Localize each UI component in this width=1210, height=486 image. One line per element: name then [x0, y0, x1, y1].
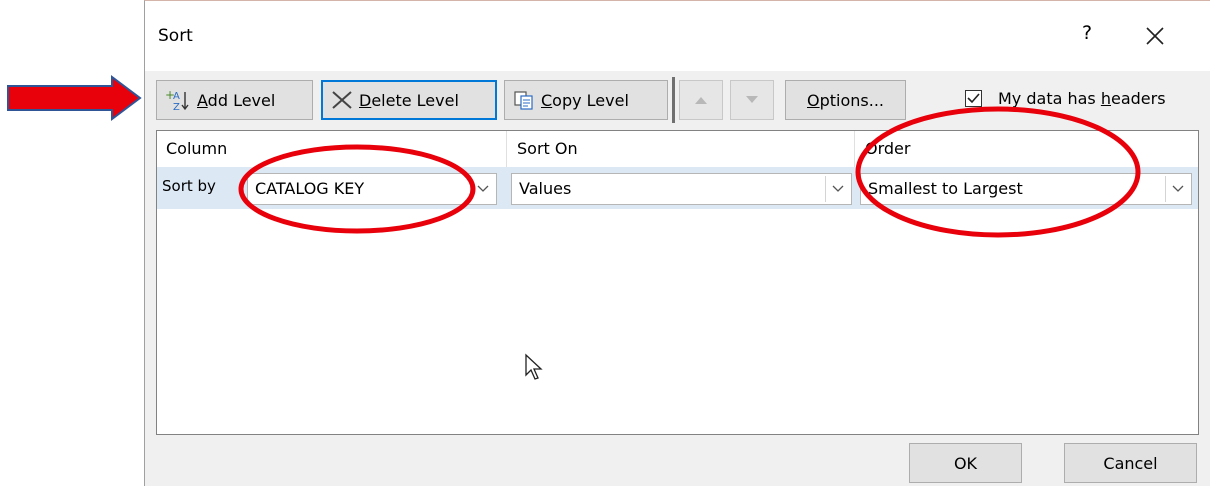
copy-level-label: Copy Level — [541, 90, 629, 110]
column-header-sort-on: Sort On — [508, 131, 855, 167]
options-button[interactable]: Options... — [785, 80, 906, 120]
cancel-button[interactable]: Cancel — [1064, 443, 1197, 483]
move-up-button[interactable] — [679, 80, 723, 120]
chevron-down-icon[interactable] — [825, 176, 849, 202]
order-select-value: Smallest to Largest — [868, 179, 1023, 198]
add-level-icon: + A Z — [165, 88, 191, 112]
ok-button[interactable]: OK — [909, 443, 1022, 483]
delete-level-button[interactable]: Delete Level — [321, 80, 497, 120]
checkmark-icon — [967, 93, 980, 104]
column-select-value: CATALOG KEY — [255, 179, 365, 198]
headers-checkbox-label: My data has headers — [998, 89, 1166, 108]
chevron-down-icon[interactable] — [470, 176, 494, 202]
close-icon — [1146, 27, 1164, 45]
mouse-cursor-icon — [525, 353, 543, 380]
arrow-up-icon — [695, 97, 707, 104]
close-button[interactable] — [1135, 17, 1175, 53]
arrow-down-icon — [746, 96, 758, 103]
svg-text:A: A — [173, 91, 180, 102]
title-bar: Sort ? — [145, 1, 1210, 71]
my-data-has-headers-checkbox[interactable]: My data has headers — [965, 89, 1166, 108]
column-header-column: Column — [157, 131, 507, 167]
sort-on-select[interactable]: Values — [511, 173, 852, 205]
order-select[interactable]: Smallest to Largest — [860, 173, 1192, 205]
checkbox-box[interactable] — [965, 90, 982, 107]
sort-dialog: Sort ? + A Z Add Level Delete Level Copy… — [144, 0, 1210, 486]
sort-level-row[interactable]: Sort by CATALOG KEY Values Smallest to L… — [157, 167, 1198, 209]
sort-on-select-value: Values — [519, 179, 572, 198]
help-button[interactable]: ? — [1073, 17, 1101, 49]
sort-by-label: Sort by — [162, 177, 216, 195]
column-select[interactable]: CATALOG KEY — [247, 173, 497, 205]
delete-level-label: Delete Level — [359, 90, 459, 110]
copy-icon — [513, 90, 535, 110]
add-level-button[interactable]: + A Z Add Level — [156, 80, 313, 120]
sort-levels-grid: Column Sort On Order Sort by CATALOG KEY… — [156, 130, 1199, 435]
add-level-label: Add Level — [197, 90, 276, 110]
options-label: Options... — [807, 90, 884, 110]
delete-x-icon — [331, 90, 353, 110]
chevron-down-icon[interactable] — [1165, 176, 1189, 202]
column-header-order: Order — [856, 131, 1196, 167]
dialog-title: Sort — [158, 26, 193, 46]
move-down-button[interactable] — [730, 80, 774, 120]
copy-level-button[interactable]: Copy Level — [504, 80, 668, 120]
toolbar-separator — [672, 77, 675, 123]
svg-text:Z: Z — [173, 102, 180, 112]
